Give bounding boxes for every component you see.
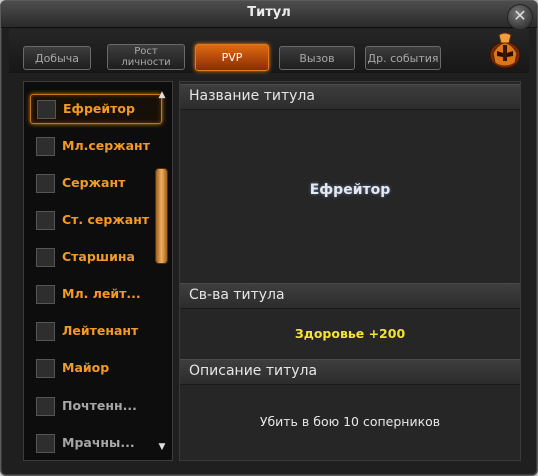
close-icon[interactable]: ✕ xyxy=(507,4,533,30)
checkbox[interactable] xyxy=(36,285,55,304)
scroll-up-arrow-icon[interactable]: ▲ xyxy=(156,90,168,102)
checkbox[interactable] xyxy=(36,211,55,230)
checkbox[interactable] xyxy=(36,397,55,416)
list-item-label: Мрачны... xyxy=(62,435,135,450)
list-item-label: Почтенн... xyxy=(62,398,137,413)
title-props-header: Св-ва титула xyxy=(180,283,520,309)
list-item[interactable]: Старшина xyxy=(30,243,160,271)
checkbox[interactable] xyxy=(37,100,56,119)
title-props-value: Здоровье +200 xyxy=(294,326,406,341)
category-tabs: Добыча Рост личности PVP Вызов Др. событ… xyxy=(9,29,529,73)
title-props-header-label: Св-ва титула xyxy=(189,287,285,303)
list-item-label: Ст. сержант xyxy=(62,212,150,227)
checkbox[interactable] xyxy=(36,322,55,341)
title-details-panel: Название титула Ефрейтор Св-ва титула Зд… xyxy=(179,81,521,461)
list-item[interactable]: Мл. лейт... xyxy=(30,280,160,308)
checkbox[interactable] xyxy=(36,137,55,156)
title-name-header-label: Название титула xyxy=(189,88,315,104)
checkbox[interactable] xyxy=(36,434,55,453)
titles-list: Ефрейтор Мл.сержант Сержант Ст. сержант … xyxy=(23,81,173,461)
list-item-label: Сержант xyxy=(62,175,126,190)
list-item[interactable]: Ст. сержант xyxy=(30,206,160,234)
helmet-emblem-icon[interactable] xyxy=(487,31,523,71)
list-item[interactable]: Майор xyxy=(30,354,160,382)
title-desc-header-label: Описание титула xyxy=(189,363,318,379)
scroll-down-arrow-icon[interactable]: ▼ xyxy=(156,442,168,454)
list-item-label: Мл. лейт... xyxy=(62,286,141,301)
checkbox[interactable] xyxy=(36,248,55,267)
tab-pvp-label: PVP xyxy=(221,51,243,64)
list-item[interactable]: Почтенн... xyxy=(30,392,160,420)
tab-loot[interactable]: Добыча xyxy=(23,46,91,70)
tab-challenge-label: Вызов xyxy=(299,51,335,65)
title-name-header: Название титула xyxy=(180,84,520,110)
list-item-label: Старшина xyxy=(62,249,135,264)
list-item-label: Мл.сержант xyxy=(62,138,150,153)
tab-loot-label: Добыча xyxy=(34,51,80,65)
list-item-label: Майор xyxy=(62,360,110,375)
scrollbar-thumb[interactable] xyxy=(155,168,168,264)
list-item[interactable]: Лейтенант xyxy=(30,317,160,345)
title-desc-value: Убить в бою 10 соперников xyxy=(259,414,441,429)
title-window: Титул ✕ Добыча Рост личности PVP Вызов Д… xyxy=(0,0,538,476)
list-item[interactable]: Мрачны... xyxy=(30,429,160,457)
window-title: Титул xyxy=(247,5,291,20)
tab-growth-label: Рост личности xyxy=(121,46,171,68)
list-item[interactable]: Мл.сержант xyxy=(30,132,160,160)
tab-other-events[interactable]: Др. события xyxy=(365,46,441,70)
list-item-label: Ефрейтор xyxy=(63,101,135,116)
list-item[interactable]: Ефрейтор xyxy=(30,94,162,124)
checkbox[interactable] xyxy=(36,174,55,193)
list-item[interactable]: Сержант xyxy=(30,169,160,197)
list-item-label: Лейтенант xyxy=(62,323,139,338)
tab-growth[interactable]: Рост личности xyxy=(107,44,185,70)
tab-other-events-label: Др. события xyxy=(367,51,439,65)
title-desc-header: Описание титула xyxy=(180,359,520,385)
tab-pvp[interactable]: PVP xyxy=(195,44,269,71)
checkbox[interactable] xyxy=(36,359,55,378)
window-titlebar[interactable]: Титул ✕ xyxy=(1,1,537,30)
tab-challenge[interactable]: Вызов xyxy=(279,46,355,70)
title-name-value: Ефрейтор xyxy=(309,182,391,198)
